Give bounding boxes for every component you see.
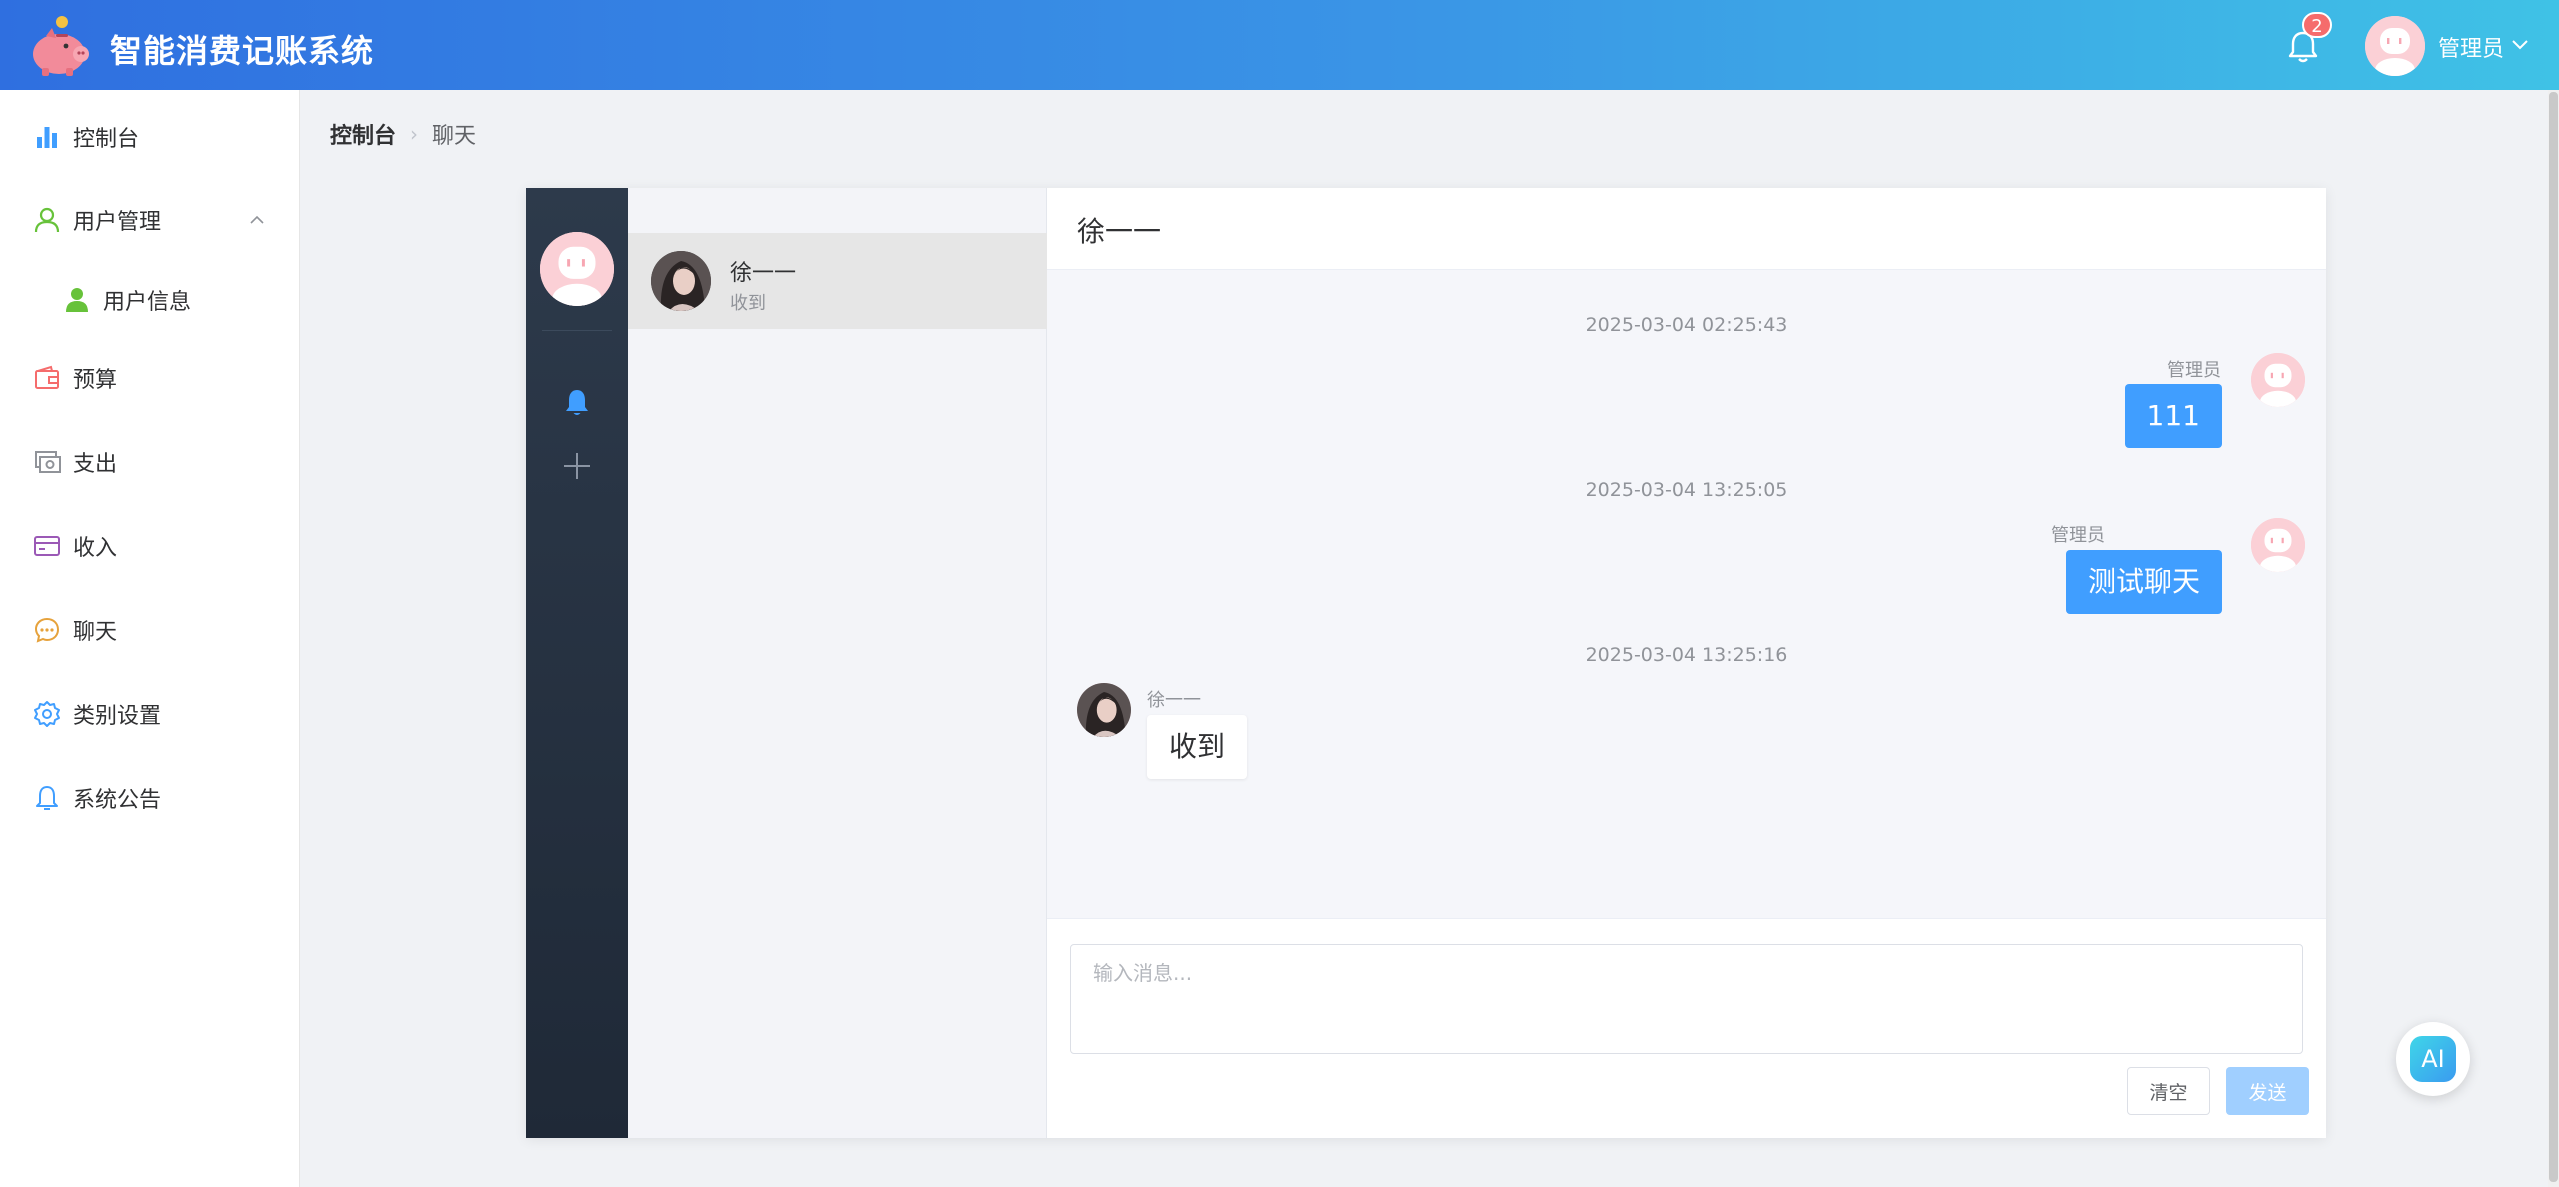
credit-card-icon — [34, 536, 60, 556]
chevron-up-icon — [250, 215, 264, 224]
sidebar-item-expense[interactable]: 支出 — [0, 432, 300, 492]
sidebar-item-label: 用户信息 — [103, 290, 192, 315]
send-button[interactable]: 发送 — [2226, 1067, 2309, 1115]
sender-avatar — [2251, 518, 2305, 572]
chat-side-toolbar — [526, 188, 628, 1138]
money-icon — [35, 451, 61, 473]
ai-assistant-button[interactable]: AI — [2396, 1022, 2470, 1096]
avatar-face-icon — [2251, 353, 2305, 407]
message-list: 2025-03-04 02:25:43 管理员 111 2025-03-04 1… — [1047, 270, 2326, 918]
chat-title: 徐一一 — [1077, 215, 1162, 248]
sidebar-item-label: 系统公告 — [73, 788, 162, 813]
sidebar-item-label: 预算 — [73, 368, 118, 393]
sidebar-item-category-settings[interactable]: 类别设置 — [0, 684, 300, 744]
contact-name: 徐一一 — [730, 261, 797, 286]
current-user-avatar[interactable] — [540, 232, 614, 306]
notification-badge: 2 — [2302, 12, 2332, 38]
sidebar-item-label: 用户管理 — [73, 210, 162, 235]
avatar-face-icon — [2251, 518, 2305, 572]
plus-icon[interactable] — [561, 450, 593, 482]
chat-header: 徐一一 — [1047, 188, 2326, 270]
bar-chart-icon — [37, 127, 57, 148]
message-timestamp: 2025-03-04 13:25:05 — [1585, 479, 1788, 501]
contact-photo-icon — [651, 251, 711, 311]
user-avatar[interactable] — [2365, 16, 2425, 76]
toolbar-divider — [542, 330, 612, 331]
message-bubble: 111 — [2124, 384, 2222, 448]
contact-photo-icon — [1077, 683, 1131, 737]
contact-avatar — [651, 251, 711, 311]
chat-main: 徐一一 2025-03-04 02:25:43 管理员 111 2025-03-… — [1047, 188, 2326, 1138]
top-header: 智能消费记账系统 2 管理员 — [0, 0, 2559, 90]
message-timestamp: 2025-03-04 02:25:43 — [1585, 314, 1788, 336]
conversation-list: 徐一一 收到 — [628, 188, 1047, 1138]
message-timestamp: 2025-03-04 13:25:16 — [1585, 644, 1788, 666]
avatar-face-icon — [2365, 16, 2425, 76]
sidebar-item-user-info[interactable]: 用户信息 — [0, 270, 300, 330]
sidebar-item-label: 类别设置 — [73, 704, 162, 729]
message-bubble: 测试聊天 — [2065, 550, 2222, 614]
message-input[interactable] — [1070, 944, 2303, 1054]
chat-panel: 徐一一 收到 徐一一 2025-03-04 02:25:43 管理员 111 2… — [526, 188, 2326, 1138]
sidebar-item-label: 控制台 — [73, 127, 140, 152]
user-filled-icon — [66, 288, 88, 312]
ai-label: AI — [2410, 1036, 2456, 1082]
app-title: 智能消费记账系统 — [110, 32, 375, 70]
user-icon — [34, 207, 60, 233]
sidebar-item-dashboard[interactable]: 控制台 — [0, 107, 300, 167]
bell-icon — [36, 786, 58, 810]
message-bubble: 收到 — [1147, 715, 1248, 779]
last-message-preview: 收到 — [730, 293, 766, 314]
wallet-icon — [35, 365, 59, 389]
sidebar-item-label: 支出 — [73, 452, 118, 477]
breadcrumb: 控制台 › 聊天 — [330, 118, 476, 150]
breadcrumb-home[interactable]: 控制台 — [330, 118, 396, 150]
sender-avatar — [2251, 353, 2305, 407]
chevron-down-icon[interactable] — [2510, 34, 2530, 54]
piggy-bank-logo-icon — [33, 16, 89, 76]
chat-dots-icon — [34, 617, 60, 643]
sender-name: 徐一一 — [1147, 690, 1201, 711]
breadcrumb-current: 聊天 — [432, 124, 477, 149]
page-scrollbar-thumb[interactable] — [2549, 92, 2558, 1182]
sender-name: 管理员 — [2051, 525, 2105, 546]
sender-avatar — [1077, 683, 1131, 737]
sidebar-item-label: 聊天 — [73, 620, 118, 645]
sidebar-item-chat[interactable]: 聊天 — [0, 600, 300, 660]
sidebar-item-label: 收入 — [73, 536, 118, 561]
bell-icon[interactable] — [561, 386, 593, 418]
sidebar-item-user-management[interactable]: 用户管理 — [0, 190, 300, 250]
header-username[interactable]: 管理员 — [2438, 31, 2504, 63]
sidebar-item-announcements[interactable]: 系统公告 — [0, 768, 300, 828]
avatar-face-icon — [540, 232, 614, 306]
clear-button[interactable]: 清空 — [2127, 1067, 2210, 1115]
sender-name: 管理员 — [2167, 360, 2221, 381]
conversation-item[interactable]: 徐一一 收到 — [628, 233, 1047, 329]
message-composer: 清空 发送 — [1047, 918, 2326, 1138]
sidebar-item-budget[interactable]: 预算 — [0, 348, 300, 408]
sidebar-item-income[interactable]: 收入 — [0, 516, 300, 576]
settings-icon — [34, 701, 60, 727]
breadcrumb-separator-icon: › — [410, 122, 419, 146]
sidebar-nav: 控制台 用户管理 用户信息 预算 支出 收入 聊天 类别设置 系统公告 — [0, 90, 300, 1187]
